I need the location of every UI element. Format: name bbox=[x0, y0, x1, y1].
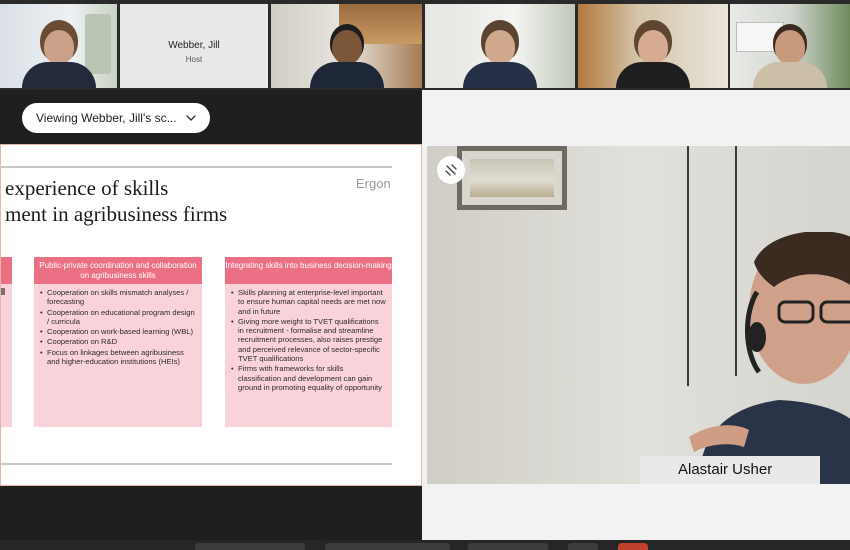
unpin-video-button[interactable] bbox=[437, 156, 465, 184]
participant-tile-3[interactable] bbox=[425, 4, 575, 88]
view-options-button[interactable]: Viewing Webber, Jill's sc... bbox=[22, 103, 210, 133]
control-button[interactable] bbox=[195, 543, 305, 550]
active-speaker-video[interactable]: Alastair Usher bbox=[427, 146, 850, 484]
leave-button[interactable] bbox=[618, 543, 648, 550]
unpin-icon bbox=[445, 164, 457, 176]
participant-video bbox=[309, 30, 384, 88]
speaker-figure bbox=[689, 232, 850, 484]
column-3-bullets: Skills planning at enterprise-level impo… bbox=[231, 288, 386, 393]
participant-tile-1[interactable] bbox=[0, 4, 117, 88]
participant-tile-4[interactable] bbox=[578, 4, 728, 88]
slide-title-line-1: experience of skills bbox=[5, 176, 169, 200]
host-role: Host bbox=[185, 55, 203, 64]
slide-bottom-rule bbox=[1, 463, 392, 465]
slide-column-3: Integrating skills into business decisio… bbox=[225, 257, 392, 427]
slide-title: experience of skills ment in agribusiness… bbox=[5, 175, 227, 227]
slide-title-line-2: ment in agribusiness firms bbox=[5, 202, 228, 226]
participant-tile-5[interactable] bbox=[730, 4, 850, 88]
column-3-header: Integrating skills into business decisio… bbox=[225, 257, 392, 284]
bullet: Giving more weight to TVET qualification… bbox=[231, 317, 386, 363]
control-button[interactable] bbox=[325, 543, 450, 550]
column-1-header bbox=[1, 257, 12, 284]
slide-brand-logo: Ergon bbox=[356, 176, 391, 191]
viewing-label: Viewing Webber, Jill's sc... bbox=[36, 111, 177, 125]
control-button[interactable] bbox=[468, 543, 548, 550]
control-button[interactable] bbox=[568, 543, 598, 550]
column-2-header: Public-private coordination and collabor… bbox=[34, 257, 202, 284]
participant-tile-2[interactable] bbox=[271, 4, 422, 88]
participant-video bbox=[753, 30, 827, 88]
bullet: Firms with frameworks for skills classif… bbox=[231, 364, 386, 392]
meeting-window: Webber, Jill Host Viewing Webber, Jill's… bbox=[0, 0, 850, 550]
bullet: Cooperation on skills mismatch analyses … bbox=[40, 288, 196, 307]
participant-strip: Webber, Jill Host bbox=[0, 0, 850, 90]
participant-video bbox=[21, 30, 96, 88]
slide-column-2: Public-private coordination and collabor… bbox=[34, 257, 202, 427]
bullet: Cooperation on R&D bbox=[40, 337, 196, 347]
participant-video bbox=[616, 30, 690, 88]
speaker-name-label: Alastair Usher bbox=[640, 456, 820, 484]
host-name: Webber, Jill bbox=[168, 40, 220, 51]
participant-tile-host[interactable]: Webber, Jill Host bbox=[120, 4, 268, 88]
wall-picture bbox=[457, 146, 567, 210]
bullet: Cooperation on educational program desig… bbox=[40, 308, 196, 327]
bullet: Focus on linkages between agribusiness a… bbox=[40, 348, 196, 367]
slide-top-rule bbox=[1, 166, 392, 168]
bullet: Cooperation on work-based learning (WBL) bbox=[40, 327, 196, 337]
slide-column-1 bbox=[1, 257, 12, 427]
participant-video bbox=[463, 30, 537, 88]
bullet: Skills planning at enterprise-level impo… bbox=[231, 288, 386, 316]
column-2-bullets: Cooperation on skills mismatch analyses … bbox=[40, 288, 196, 367]
presentation-slide: experience of skills ment in agribusiness… bbox=[0, 144, 422, 486]
chevron-down-icon bbox=[186, 115, 196, 121]
shared-screen-panel: Viewing Webber, Jill's sc... experience … bbox=[0, 90, 422, 550]
